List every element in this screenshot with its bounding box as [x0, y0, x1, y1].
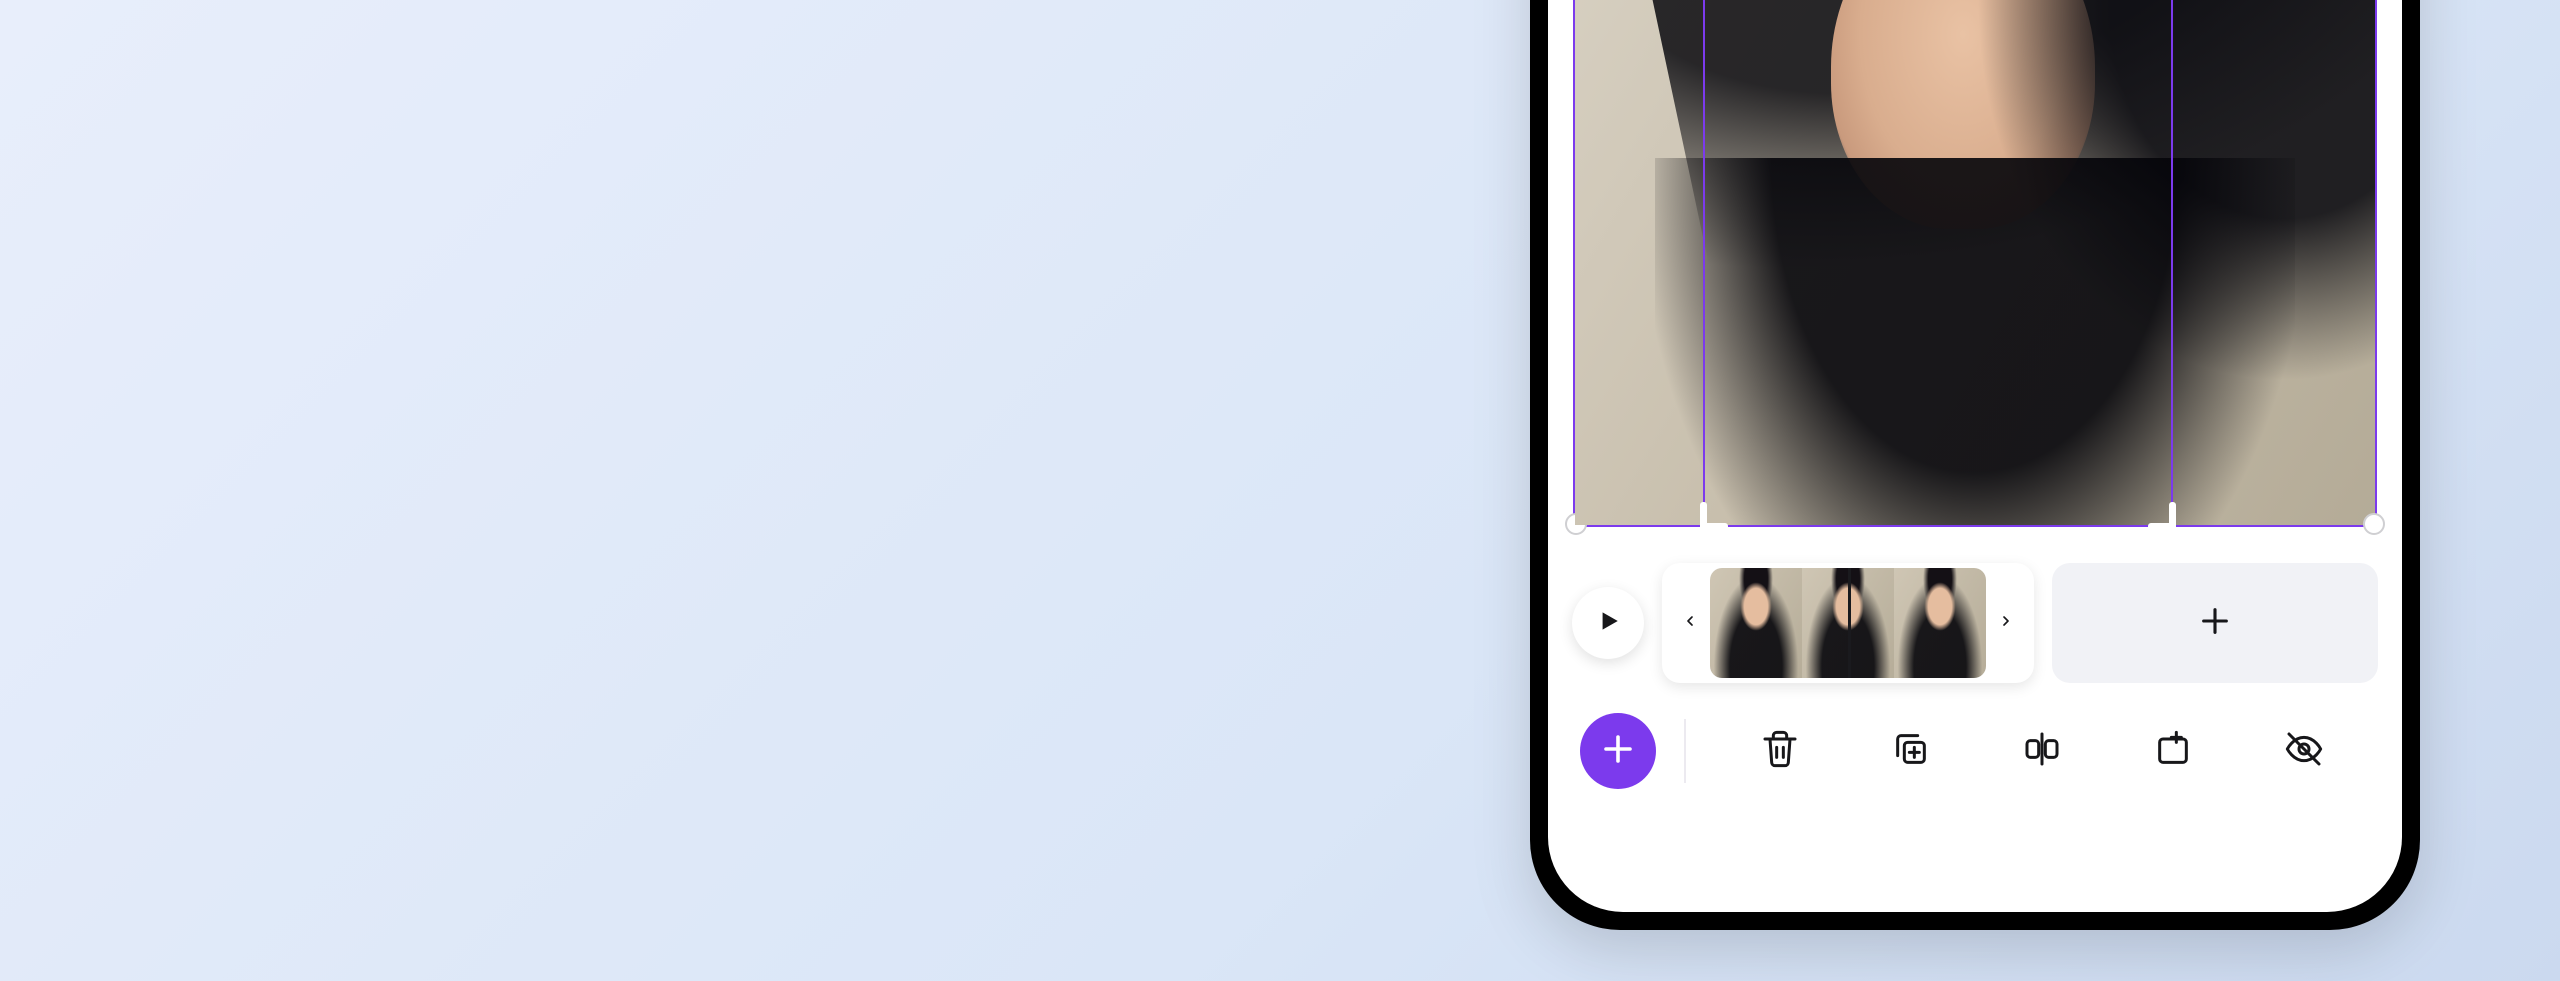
delete-button[interactable] [1714, 719, 1845, 783]
playhead[interactable] [1848, 568, 1851, 678]
replace-icon [2153, 729, 2193, 773]
crop-handle-bottom-left[interactable] [1700, 502, 1728, 530]
clip-frames[interactable] [1710, 568, 1986, 678]
clip-prev-button[interactable] [1670, 563, 1710, 683]
split-icon [2022, 729, 2062, 773]
play-icon [1595, 608, 1621, 638]
replace-button[interactable] [2108, 719, 2239, 783]
add-fab-button[interactable] [1580, 713, 1656, 789]
clip-next-button[interactable] [1986, 563, 2026, 683]
bottom-toolbar [1548, 699, 2402, 829]
clip-frame[interactable] [1710, 568, 1802, 678]
duplicate-icon [1891, 729, 1931, 773]
clip-frame[interactable] [1894, 568, 1986, 678]
phone-frame [1530, 0, 2420, 930]
toolbar-divider [1684, 719, 1686, 783]
plus-icon [1600, 731, 1636, 771]
timeline-row [1548, 543, 2402, 699]
visibility-button[interactable] [2239, 719, 2370, 783]
phone-screen [1548, 0, 2402, 912]
clip-strip[interactable] [1662, 563, 2034, 683]
add-clip-button[interactable] [2052, 563, 2378, 683]
chevron-left-icon [1682, 613, 1698, 633]
duplicate-button[interactable] [1845, 719, 1976, 783]
canvas-area[interactable] [1548, 0, 2402, 543]
crop-frame[interactable] [1703, 0, 2173, 527]
crop-handle-bottom-right[interactable] [2148, 502, 2176, 530]
split-button[interactable] [1976, 719, 2107, 783]
trash-icon [1760, 729, 1800, 773]
chevron-right-icon [1998, 613, 2014, 633]
eye-off-icon [2284, 729, 2324, 773]
plus-icon [2198, 604, 2232, 642]
play-button[interactable] [1572, 587, 1644, 659]
